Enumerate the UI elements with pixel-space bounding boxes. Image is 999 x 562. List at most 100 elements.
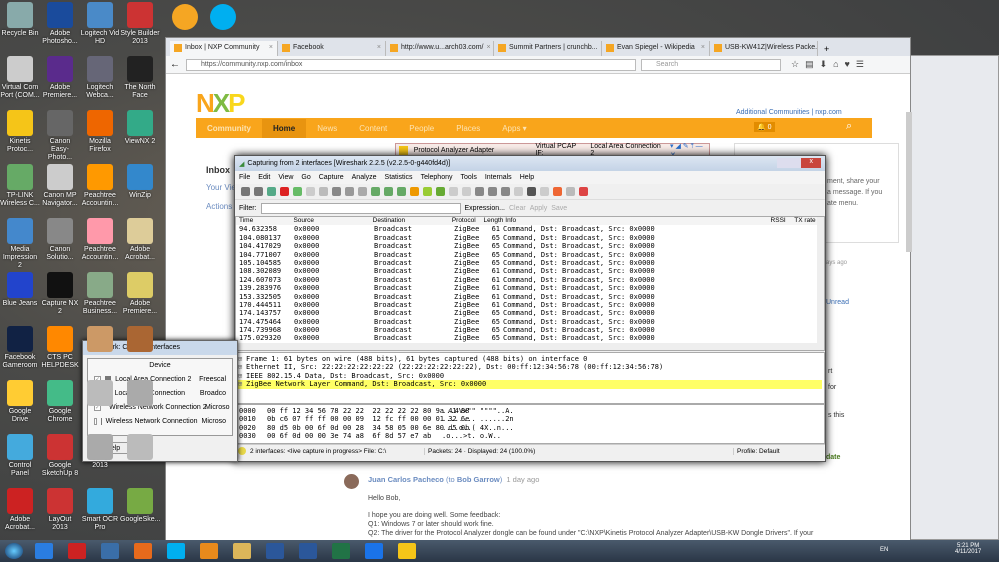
expert-info-icon[interactable] [238,447,246,455]
notifications-button[interactable]: 🔔 0 [754,122,775,132]
toolbar-button-icon[interactable] [293,187,302,196]
update-button[interactable]: date [826,454,840,461]
menu-item[interactable]: Analyze [352,174,377,181]
desktop-icon[interactable] [120,324,160,378]
toolbar-button-icon[interactable] [540,187,549,196]
toolbar-button-icon[interactable] [566,187,575,196]
browser-tab[interactable]: http://www.u...arch03.com/× [386,41,494,56]
toolbar-button-icon[interactable] [527,187,536,196]
taskbar-app-icon[interactable] [365,543,383,559]
desktop-icon[interactable]: TP-LINK Wireless C... [0,162,40,216]
desktop-icon[interactable]: Adobe Acrobat... [120,216,160,270]
toolbar-button-icon[interactable] [475,187,484,196]
expand-icon[interactable]: ⊞ [238,372,246,380]
search-icon[interactable]: ⌕ [846,120,852,133]
toolbar-button-icon[interactable] [280,187,289,196]
desktop-icon[interactable] [120,378,160,432]
desktop-icon[interactable]: Peachtree Accountin... [80,162,120,216]
close-tab-icon[interactable]: × [269,44,273,53]
desktop-icon[interactable]: Adobe Premiere... [40,54,80,108]
taskbar-app-icon[interactable] [134,543,152,559]
start-button[interactable] [5,543,23,559]
column-header[interactable]: Time [239,217,293,225]
packet-row[interactable]: 170.444511 0x0000 Broadcast ZigBee 61 Command… [239,301,824,309]
detail-tree-item[interactable]: ⊞ ZigBee Network Layer Command, Dst: Broa… [238,380,822,389]
horizontal-scrollbar[interactable] [236,343,824,350]
packet-row[interactable]: 124.607073 0x0000 Broadcast ZigBee 61 Command… [239,276,824,284]
desktop-icon[interactable]: Adobe Photosho... [40,0,80,54]
menu-item[interactable]: Capture [319,174,344,181]
column-header[interactable]: Info [505,217,770,225]
maximize-button[interactable] [789,158,802,168]
desktop-icon[interactable]: Google SketchUp 8 [40,432,80,486]
toolbar-button-icon[interactable] [371,187,380,196]
close-tab-icon[interactable]: × [377,44,381,53]
desktop-icon[interactable]: Peachtree Accountin... [80,216,120,270]
desktop-icon[interactable]: Logitech Webca... [80,54,120,108]
detail-tree-item[interactable]: ⊞ IEEE 802.15.4 Data, Dst: Broadcast, Src… [238,372,822,380]
desktop-icon[interactable]: Control Panel [0,432,40,486]
detail-tree-item[interactable]: ⊞ Frame 1: 61 bytes on wire (488 bits), 6… [238,355,822,363]
packet-row[interactable]: 174.739968 0x0000 Broadcast ZigBee 65 Command… [239,326,824,334]
new-tab-button[interactable]: + [818,42,835,56]
taskbar-app-icon[interactable] [200,543,218,559]
taskbar-app-icon[interactable] [332,543,350,559]
desktop-icon[interactable] [80,378,120,432]
menu-item[interactable]: View [278,174,293,181]
desktop-icon[interactable] [80,324,120,378]
detail-tree-item[interactable]: ⊞ Ethernet II, Src: 22:22:22:22:22:22 (22… [238,363,822,371]
nav-item[interactable]: Community [196,124,262,133]
filter-input[interactable] [260,202,461,214]
taskbar-app-icon[interactable] [398,543,416,559]
column-header[interactable]: RSSI [771,217,795,225]
menu-item[interactable]: Tools [460,174,476,181]
menu-item[interactable]: Go [301,174,310,181]
mark-unread-link[interactable]: Unread [826,299,849,306]
taskbar-app-icon[interactable] [266,543,284,559]
save-button[interactable]: Save [551,205,567,212]
toolbar-button-icon[interactable] [579,187,588,196]
nav-item[interactable]: Places [445,124,491,133]
expand-icon[interactable]: ⊞ [238,380,246,388]
taskbar-app-icon[interactable] [68,543,86,559]
desktop-icon[interactable]: Mozilla Firefox [80,108,120,162]
desktop-icon[interactable]: ViewNX 2 [120,108,160,162]
desktop-icon[interactable]: Logitech Vid HD [80,0,120,54]
desktop-icon[interactable]: Adobe Premiere... [120,270,160,324]
toolbar-button-icon[interactable] [241,187,250,196]
desktop-icon[interactable]: CTS PC HELPDESK [40,324,80,378]
column-header[interactable]: Protocol [452,217,484,225]
minimize-button[interactable] [777,158,790,168]
browser-tab[interactable]: Facebook × [278,41,386,56]
browser-tab[interactable]: USB-KW41Z|Wireless Packe...× [710,41,818,56]
packet-row[interactable]: 104.080137 0x0000 Broadcast ZigBee 65 Command… [239,234,824,242]
language-indicator[interactable]: EN [880,547,888,553]
packet-row[interactable]: 174.475464 0x0000 Broadcast ZigBee 65 Command… [239,318,824,326]
nav-item[interactable]: People [398,124,445,133]
nav-item[interactable]: Home [262,118,307,138]
nav-item[interactable]: Apps ▾ [491,124,537,133]
desktop-icon[interactable]: Canon MP Navigator... [40,162,80,216]
additional-communities-link[interactable]: Additional Communities [736,109,810,116]
taskbar-app-icon[interactable] [299,543,317,559]
desktop-icon[interactable]: Virtual Com Port (COM... [0,54,40,108]
browser-tab[interactable]: Inbox | NXP Community × [170,41,278,56]
toolbar-button-icon[interactable] [553,187,562,196]
desktop-icon[interactable]: The North Face [120,54,160,108]
taskbar-app-icon[interactable] [167,543,185,559]
clear-button[interactable]: Clear [509,205,526,212]
apply-button[interactable]: Apply [530,205,548,212]
packet-row[interactable]: 104.417029 0x0000 Broadcast ZigBee 65 Command… [239,242,824,250]
desktop-icon[interactable]: WinZip [120,162,160,216]
recipient-link[interactable]: Bob Garrow [457,475,500,484]
toolbar-button-icon[interactable] [254,187,263,196]
menu-item[interactable]: File [239,174,250,181]
desktop-icon[interactable] [120,432,160,486]
menu-item[interactable]: Statistics [385,174,413,181]
packet-row[interactable]: 104.771007 0x0000 Broadcast ZigBee 65 Command… [239,251,824,259]
packet-row[interactable]: 174.143757 0x0000 Broadcast ZigBee 65 Command… [239,309,824,317]
toolbar-button-icon[interactable] [462,187,471,196]
packet-row[interactable]: 94.632358 0x0000 Broadcast ZigBee 61 Command,… [239,225,824,233]
packet-row[interactable]: 153.332505 0x0000 Broadcast ZigBee 61 Command… [239,293,824,301]
toolbar-button-icon[interactable] [267,187,276,196]
